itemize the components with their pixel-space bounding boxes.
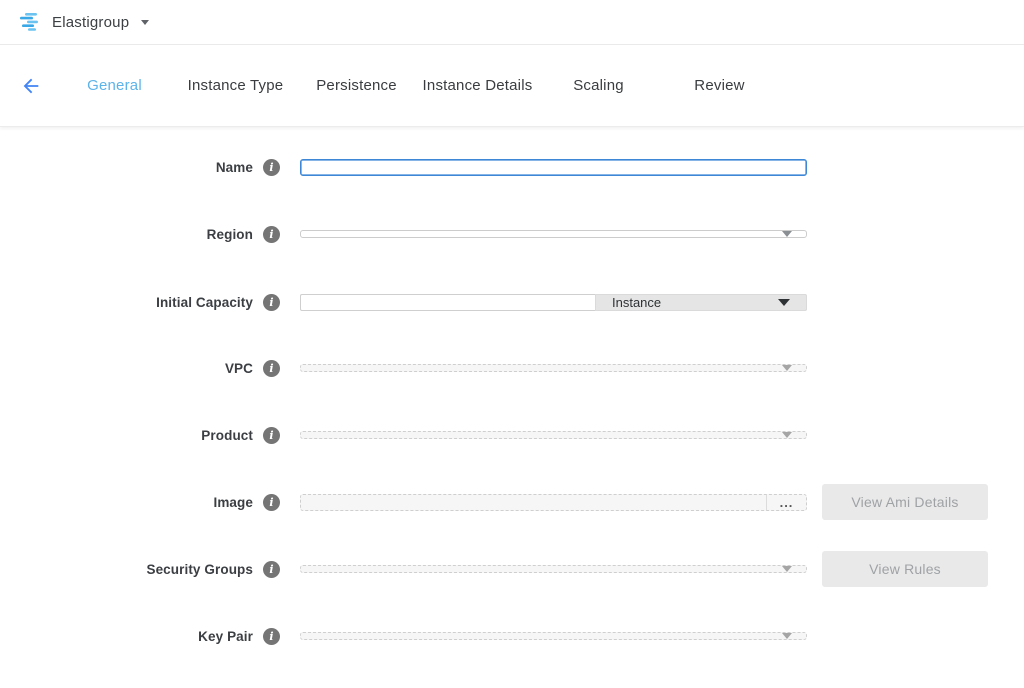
- caret-down-icon: [782, 365, 792, 371]
- key-pair-label: Key Pair: [198, 629, 253, 644]
- tab-review[interactable]: Review: [659, 77, 780, 94]
- caret-down-icon: [782, 432, 792, 438]
- product-label: Product: [201, 428, 253, 443]
- region-select[interactable]: [300, 230, 807, 238]
- elastigroup-logo-icon: [18, 10, 42, 34]
- view-ami-details-button[interactable]: View Ami Details: [822, 484, 988, 520]
- chevron-down-icon: [141, 20, 149, 25]
- wizard-tabbar: General Instance Type Persistence Instan…: [0, 45, 1024, 127]
- product-select: [300, 431, 807, 439]
- form-row-region: Region i: [0, 215, 1024, 253]
- tab-instance-details[interactable]: Instance Details: [417, 77, 538, 94]
- back-button[interactable]: [18, 73, 44, 99]
- caret-down-icon: [778, 299, 790, 306]
- tab-scaling[interactable]: Scaling: [538, 77, 659, 94]
- view-rules-button[interactable]: View Rules: [822, 551, 988, 587]
- info-icon[interactable]: i: [263, 494, 280, 511]
- info-icon[interactable]: i: [263, 561, 280, 578]
- info-icon[interactable]: i: [263, 427, 280, 444]
- caret-down-icon: [782, 231, 792, 237]
- tab-list: General Instance Type Persistence Instan…: [54, 77, 780, 94]
- form-row-security-groups: Security Groups i View Rules: [0, 550, 1024, 588]
- general-settings-form: Name i Region i Initial Capacity i Inst: [0, 127, 1024, 655]
- region-label: Region: [207, 227, 253, 242]
- capacity-unit-value: Instance: [612, 295, 661, 310]
- name-label: Name: [216, 160, 253, 175]
- key-pair-select: [300, 632, 807, 640]
- form-row-vpc: VPC i: [0, 349, 1024, 387]
- caret-down-icon: [782, 566, 792, 572]
- info-icon[interactable]: i: [263, 628, 280, 645]
- tab-persistence[interactable]: Persistence: [296, 77, 417, 94]
- image-label: Image: [213, 495, 253, 510]
- name-input[interactable]: [300, 159, 807, 176]
- tab-instance-type[interactable]: Instance Type: [175, 77, 296, 94]
- app-switcher[interactable]: Elastigroup: [18, 10, 149, 34]
- security-groups-label: Security Groups: [146, 562, 253, 577]
- info-icon[interactable]: i: [263, 294, 280, 311]
- security-groups-select: [300, 565, 807, 573]
- capacity-unit-select[interactable]: Instance: [595, 294, 807, 311]
- form-row-key-pair: Key Pair i: [0, 617, 1024, 655]
- info-icon[interactable]: i: [263, 360, 280, 377]
- vpc-label: VPC: [225, 361, 253, 376]
- image-picker: ...: [300, 494, 807, 511]
- image-browse-button[interactable]: ...: [766, 495, 806, 510]
- arrow-back-icon: [20, 75, 42, 97]
- form-row-product: Product i: [0, 416, 1024, 454]
- vpc-select: [300, 364, 807, 372]
- app-header: Elastigroup: [0, 0, 1024, 45]
- form-row-initial-capacity: Initial Capacity i Instance: [0, 282, 1024, 322]
- tab-general[interactable]: General: [54, 77, 175, 94]
- initial-capacity-input[interactable]: [300, 294, 595, 311]
- form-row-image: Image i ... View Ami Details: [0, 483, 1024, 521]
- app-name: Elastigroup: [52, 14, 129, 31]
- info-icon[interactable]: i: [263, 159, 280, 176]
- form-row-name: Name i: [0, 148, 1024, 186]
- info-icon[interactable]: i: [263, 226, 280, 243]
- initial-capacity-label: Initial Capacity: [156, 295, 253, 310]
- caret-down-icon: [782, 633, 792, 639]
